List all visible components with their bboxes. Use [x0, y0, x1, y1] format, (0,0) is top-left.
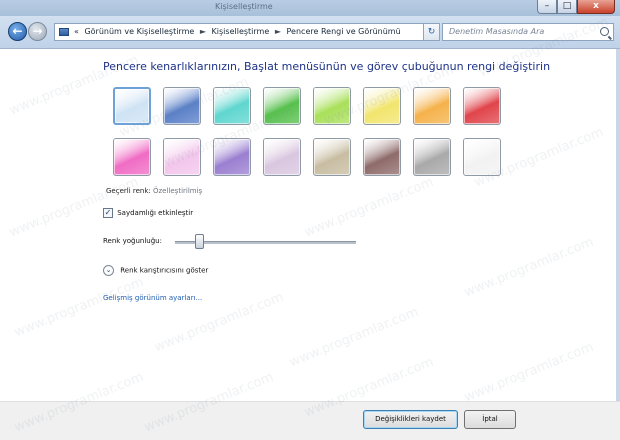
forward-button[interactable]: → [28, 22, 47, 41]
window-title: Kişiselleştirme [215, 2, 273, 11]
color-swatch-frost[interactable] [463, 138, 501, 176]
color-mixer-toggle[interactable]: ⌄ Renk karıştırıcısını göster [103, 265, 208, 276]
search-input[interactable]: Denetim Masasında Ara [442, 23, 614, 41]
page-title: Pencere kenarlıklarınızın, Başlat menüsü… [103, 60, 551, 73]
search-icon[interactable] [600, 27, 609, 36]
control-panel-icon [59, 28, 69, 36]
breadcrumb-appearance[interactable]: Görünüm ve Kişiselleştirme [84, 27, 194, 36]
color-swatch-pumpkin[interactable] [413, 87, 451, 125]
color-swatch-fuchsia[interactable] [113, 138, 151, 176]
color-swatch-violet[interactable] [213, 138, 251, 176]
color-mixer-label[interactable]: Renk karıştırıcısını göster [120, 267, 208, 275]
refresh-button[interactable]: ↻ [423, 23, 440, 41]
address-bar[interactable]: « Görünüm ve Kişiselleştirme ► Kişiselle… [54, 23, 439, 41]
navigation-bar: ← → « Görünüm ve Kişiselleştirme ► Kişis… [0, 16, 620, 49]
current-color-value: Özelleştirilmiş [153, 187, 203, 195]
color-intensity-label: Renk yoğunluğu: [103, 237, 162, 245]
breadcrumb: « Görünüm ve Kişiselleştirme ► Kişiselle… [74, 24, 404, 40]
main-content: Pencere kenarlıklarınızın, Başlat menüsü… [0, 49, 620, 401]
color-swatch-blush[interactable] [163, 138, 201, 176]
footer-bar: Değişiklikleri kaydet İptal [0, 401, 620, 440]
maximize-button[interactable]: □ [557, 0, 577, 14]
save-changes-button[interactable]: Değişiklikleri kaydet [363, 410, 458, 429]
breadcrumb-personalization[interactable]: Kişiselleştirme [212, 27, 270, 36]
color-swatch-leaf[interactable] [263, 87, 301, 125]
back-button[interactable]: ← [8, 22, 27, 41]
color-swatch-ruby[interactable] [463, 87, 501, 125]
breadcrumb-window-color[interactable]: Pencere Rengi ve Görünümü [287, 27, 401, 36]
transparency-option[interactable]: ✓ Saydamlığı etkinleştir [103, 208, 193, 218]
color-swatch-slate[interactable] [413, 138, 451, 176]
color-swatch-lime[interactable] [313, 87, 351, 125]
close-button[interactable]: x [577, 0, 615, 14]
minimize-button[interactable]: – [537, 0, 557, 14]
color-swatch-taupe[interactable] [313, 138, 351, 176]
current-color-label: Geçerli renk: [106, 187, 151, 195]
breadcrumb-overflow[interactable]: « [74, 27, 79, 36]
color-swatch-lavender[interactable] [263, 138, 301, 176]
window-controls: – □ x [537, 0, 615, 14]
chevron-down-icon[interactable]: ⌄ [103, 265, 114, 276]
color-swatch-twilight[interactable] [163, 87, 201, 125]
transparency-checkbox[interactable]: ✓ [103, 208, 113, 218]
cancel-button[interactable]: İptal [464, 410, 516, 429]
color-intensity-thumb[interactable] [194, 234, 204, 249]
breadcrumb-separator-icon[interactable]: ► [200, 27, 206, 36]
color-swatch-sky[interactable] [113, 87, 151, 125]
breadcrumb-separator-icon[interactable]: ► [275, 27, 281, 36]
current-color: Geçerli renk: Özelleştirilmiş [106, 187, 202, 195]
color-swatch-lightning[interactable] [363, 87, 401, 125]
advanced-appearance-link[interactable]: Gelişmiş görünüm ayarları... [103, 294, 202, 302]
color-swatch-sea[interactable] [213, 87, 251, 125]
title-bar: Kişiselleştirme – □ x [0, 0, 620, 16]
search-placeholder: Denetim Masasında Ara [449, 27, 545, 36]
transparency-label: Saydamlığı etkinleştir [117, 209, 194, 217]
color-swatch-chocolate[interactable] [363, 138, 401, 176]
